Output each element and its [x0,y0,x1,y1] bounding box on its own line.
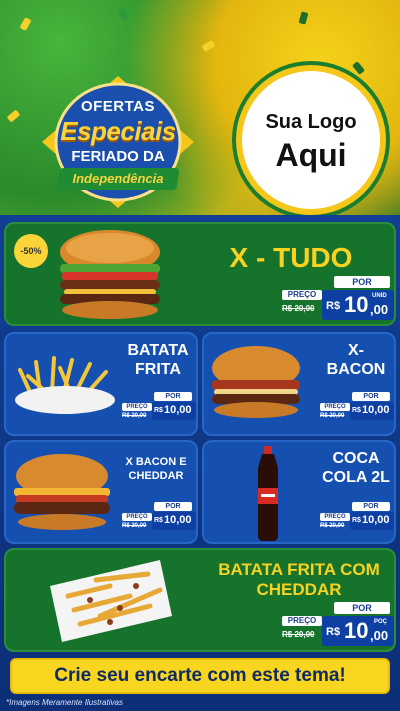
new-price: R$ 10 UNID ,00 [322,290,394,320]
price-por-label: POR [154,502,192,511]
price-integer: 10 [344,292,369,317]
price-currency: R$ [154,407,163,414]
discount-badge: -50% [14,234,48,268]
price-por-label: POR [352,502,390,511]
price-decimal: ,00 [370,302,389,317]
price-currency: R$ [326,300,341,312]
soda-bottle-image [258,446,278,541]
product-card-x-bacon[interactable]: X- BACON POR PREÇO R$ 20,00 R$ 10,00 [202,332,396,436]
confetti-decoration [201,39,216,53]
disclaimer-text: *Imagens Meramente Ilustrativas [6,698,123,707]
price-por-label: POR [334,276,390,288]
product-name-line-1: X- [348,342,364,359]
product-name-line-1: BATATA [127,342,189,359]
price-currency: R$ [352,407,361,414]
badge-line-4: Independência [72,171,164,186]
burger-image [60,230,160,319]
badge-line-3: FERIADO DA [71,148,165,165]
product-card-x-tudo[interactable]: -50% X - TUDO POR PREÇO R$ 20,00 R$ 10 U… [4,222,396,326]
price-value: 10,00 [362,514,390,526]
new-price: R$ 10,00 [350,402,394,420]
old-price: R$ 20,00 [122,523,147,529]
product-card-coca-cola[interactable]: COCA COLA 2L POR PREÇO R$ 20,00 R$ 10,00 [202,440,396,544]
price-tag: POR PREÇO R$ 20,00 R$ 10 UNID ,00 [282,276,394,322]
price-preco-label: PREÇO [320,403,350,411]
product-name-line-2: CHEDDAR [128,470,184,482]
confetti-decoration [19,17,32,31]
old-price: R$ 20,00 [122,413,147,419]
product-name: X - TUDO [229,242,353,273]
badge-line-2: Especiais [60,116,176,146]
logo-text-line-1: Sua Logo [265,111,357,133]
product-card-batata-frita[interactable]: BATATA FRITA POR PREÇO R$ 20,00 R$ 10,00 [4,332,198,436]
product-name-line-2: COLA 2L [322,469,390,486]
price-por-label: POR [334,602,390,614]
confetti-decoration [118,7,129,21]
confetti-decoration [6,109,21,123]
burger-image [14,454,110,530]
badge-line-1: OFERTAS [80,98,156,115]
cheddar-fries-image [50,560,172,642]
hero-banner: OFERTAS Especiais FERIADO DA Independênc… [0,0,400,215]
logo-placeholder[interactable]: Sua Logo Aqui [236,65,386,215]
price-preco-label: PREÇO [282,616,322,626]
price-value: 10,00 [164,404,192,416]
product-name-line-1: BATATA FRITA COM [218,560,380,579]
price-preco-label: PREÇO [320,513,350,521]
product-name-line-2: CHEDDAR [256,580,342,599]
fries-image [15,356,115,414]
product-card-x-bacon-cheddar[interactable]: X BACON E CHEDDAR POR PREÇO R$ 20,00 R$ … [4,440,198,544]
price-value: 10,00 [164,514,192,526]
price-integer: 10 [344,618,369,643]
new-price: R$ 10,00 [350,512,394,530]
price-por-label: POR [352,392,390,401]
old-price: R$ 20,00 [320,523,345,529]
old-price: R$ 20,00 [282,630,315,639]
cta-banner[interactable]: Crie seu encarte com este tema! [10,658,390,694]
old-price: R$ 20,00 [282,304,315,313]
price-unit: UNID [372,293,387,299]
new-price: R$ 10,00 [152,512,196,530]
holiday-offer-badge: OFERTAS Especiais FERIADO DA Independênc… [38,72,198,212]
burger-image [212,346,300,418]
price-decimal: ,00 [370,628,389,643]
price-preco-label: PREÇO [122,403,152,411]
price-currency: R$ [326,626,341,638]
product-name-line-2: BACON [326,361,386,378]
price-currency: R$ [154,517,163,524]
price-value: 10,00 [362,404,390,416]
price-tag: POR PREÇO R$ 20,00 R$ 10 POÇ ,00 [282,602,394,648]
confetti-decoration [298,11,309,25]
logo-text-line-2: Aqui [275,137,347,173]
price-unit: POÇ [374,619,388,625]
product-name-line-1: X BACON E [125,456,187,468]
product-card-batata-cheddar[interactable]: BATATA FRITA COM CHEDDAR POR PREÇO R$ 20… [4,548,396,652]
price-currency: R$ [352,517,361,524]
old-price: R$ 20,00 [320,413,345,419]
new-price: R$ 10,00 [152,402,196,420]
product-name-line-1: COCA [332,450,380,467]
new-price: R$ 10 POÇ ,00 [322,616,394,646]
price-por-label: POR [154,392,192,401]
confetti-decoration [351,61,366,75]
price-preco-label: PREÇO [282,290,322,300]
price-preco-label: PREÇO [122,513,152,521]
product-name-line-2: FRITA [135,361,181,378]
